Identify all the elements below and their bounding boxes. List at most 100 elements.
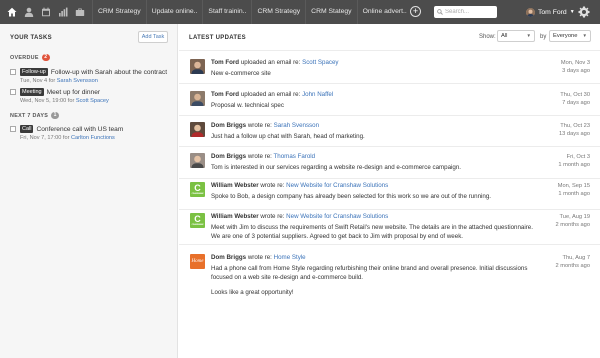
update-target-link[interactable]: Thomas Farold xyxy=(274,153,316,160)
update-target-link[interactable]: John Naffel xyxy=(302,91,333,98)
next-7-days-label: NEXT 7 DAYS xyxy=(10,112,49,119)
briefcase-icon[interactable] xyxy=(71,0,88,24)
user-menu[interactable]: Tom Ford ▼ xyxy=(526,0,575,24)
divider xyxy=(179,209,600,210)
company-logo[interactable]: C CRANSHAW xyxy=(190,213,205,228)
tab-crm-stategy[interactable]: CRM Stategy xyxy=(306,0,356,24)
update-action: uploaded an email re: xyxy=(240,59,301,66)
update-action: wrote re: xyxy=(260,213,285,220)
update-target-link[interactable]: New Website for Cranshaw Solutions xyxy=(286,182,388,189)
reports-icon[interactable] xyxy=(54,0,71,24)
update-body: Spoke to Bob, a design company has alrea… xyxy=(211,193,491,200)
update-date: Thu, Aug 7 2 months ago xyxy=(556,254,590,270)
update-relative-time: 1 month ago xyxy=(558,162,590,168)
update-date: Thu, Oct 23 13 days ago xyxy=(559,122,590,138)
update-date: Mon, Sep 15 1 month ago xyxy=(558,182,590,198)
next-7-days-header: NEXT 7 DAYS 1 xyxy=(10,112,60,119)
task-due: Wed, Nov 5, 19:00 for xyxy=(20,98,75,104)
update-date: Mon, Nov 3 3 days ago xyxy=(561,59,590,75)
update-action: uploaded an email re: xyxy=(240,91,301,98)
update-action: wrote re: xyxy=(247,254,272,261)
task-checkbox[interactable] xyxy=(10,89,16,95)
gear-icon xyxy=(578,6,590,18)
update-author[interactable]: Dom Briggs xyxy=(211,122,246,129)
author-avatar[interactable] xyxy=(190,59,205,74)
divider xyxy=(179,146,600,147)
update-author[interactable]: Tom Ford xyxy=(211,59,239,66)
update-target-link[interactable]: Home Style xyxy=(274,254,306,261)
update-target-link[interactable]: Scott Spacey xyxy=(302,59,338,66)
top-navigation-bar: CRM Strategy Update online.. Staff train… xyxy=(0,0,600,24)
by-filter-value: Everyone xyxy=(553,33,578,39)
update-author[interactable]: Dom Briggs xyxy=(211,254,246,261)
show-filter-label: Show: xyxy=(479,34,496,40)
task-title[interactable]: Follow-up with Sarah about the contract xyxy=(51,69,167,76)
update-body-text: Had a phone call from Home Style regardi… xyxy=(211,265,528,281)
update-date: Fri, Oct 3 1 month ago xyxy=(558,153,590,169)
company-logo[interactable]: C CRANSHAW xyxy=(190,182,205,197)
chevron-down-icon: ▼ xyxy=(526,33,531,38)
update-author[interactable]: Tom Ford xyxy=(211,91,239,98)
update-date-value: Mon, Nov 3 xyxy=(560,60,590,66)
task-checkbox[interactable] xyxy=(10,69,16,75)
calendar-icon[interactable] xyxy=(37,0,54,24)
search-input[interactable] xyxy=(445,9,495,15)
add-new-button[interactable]: + xyxy=(410,6,421,17)
author-avatar[interactable] xyxy=(190,122,205,137)
tab-staff-training[interactable]: Staff trainin.. xyxy=(203,0,251,24)
update-relative-time: 13 days ago xyxy=(559,131,590,137)
update-author[interactable]: Dom Briggs xyxy=(211,153,246,160)
update-header: William Webster wrote re: New Website fo… xyxy=(211,213,388,220)
company-logo-letter: C xyxy=(194,183,201,193)
task-due: Fri, Nov 7, 17:00 for xyxy=(20,135,70,141)
home-icon[interactable] xyxy=(3,0,20,24)
chevron-down-icon: ▼ xyxy=(582,33,587,38)
task-due: Tue, Nov 4 for xyxy=(20,78,56,84)
update-relative-time: 7 days ago xyxy=(562,100,590,106)
company-logo-letter: C xyxy=(194,214,201,224)
company-logo[interactable]: Home Style xyxy=(190,254,205,269)
task-contact-link[interactable]: Carlton Functions xyxy=(71,135,115,141)
update-relative-time: 2 months ago xyxy=(555,263,590,269)
update-target-link[interactable]: Sarah Svensson xyxy=(274,122,319,129)
divider xyxy=(179,50,600,51)
user-avatar xyxy=(526,7,535,17)
author-avatar[interactable] xyxy=(190,91,205,106)
update-body-text: Looks like a great opportunity! xyxy=(211,289,294,296)
tab-crm-strategy-2[interactable]: CRM Strategy xyxy=(252,0,305,24)
contacts-icon[interactable] xyxy=(20,0,37,24)
update-relative-time: 1 month ago xyxy=(558,191,590,197)
by-filter-select[interactable]: Everyone ▼ xyxy=(549,30,591,42)
update-header: Dom Briggs wrote re: Sarah Svensson xyxy=(211,122,319,129)
show-filter-value: All xyxy=(501,33,508,39)
task-title[interactable]: Conference call with US team xyxy=(36,126,123,133)
update-target-link[interactable]: New Website for Cranshaw Solutions xyxy=(286,213,388,220)
tab-crm-strategy[interactable]: CRM Strategy xyxy=(93,0,146,24)
update-author[interactable]: William Webster xyxy=(211,182,259,189)
chevron-down-icon: ▼ xyxy=(569,9,575,15)
task-contact-link[interactable]: Sarah Svensson xyxy=(57,78,98,84)
update-body: Just had a follow up chat with Sarah, he… xyxy=(211,133,365,140)
tab-online-advert[interactable]: Online advert.. xyxy=(358,0,412,24)
divider xyxy=(179,83,600,84)
company-logo-text: CRANSHAW xyxy=(191,224,204,226)
task-checkbox[interactable] xyxy=(10,126,16,132)
task-title[interactable]: Meet up for dinner xyxy=(47,89,101,96)
update-body: New e-commerce site xyxy=(211,70,271,77)
by-filter-label: by xyxy=(540,34,547,40)
show-filter-select[interactable]: All ▼ xyxy=(497,30,535,42)
update-header: Dom Briggs wrote re: Home Style xyxy=(211,254,306,261)
company-logo-text: CRANSHAW xyxy=(191,193,204,195)
task-contact-link[interactable]: Scott Spacey xyxy=(76,98,109,104)
task-item: Call Conference call with US team Fri, N… xyxy=(10,125,175,141)
search-box[interactable] xyxy=(434,6,497,18)
update-date-value: Mon, Sep 15 xyxy=(557,183,590,189)
update-date-value: Thu, Aug 7 xyxy=(562,255,590,261)
update-author[interactable]: William Webster xyxy=(211,213,259,220)
add-task-button[interactable]: Add Task xyxy=(138,31,168,43)
divider xyxy=(179,244,600,245)
settings-button[interactable] xyxy=(578,6,590,18)
author-avatar[interactable] xyxy=(190,153,205,168)
tab-update-online[interactable]: Update online.. xyxy=(147,0,203,24)
update-relative-time: 2 months ago xyxy=(555,222,590,228)
